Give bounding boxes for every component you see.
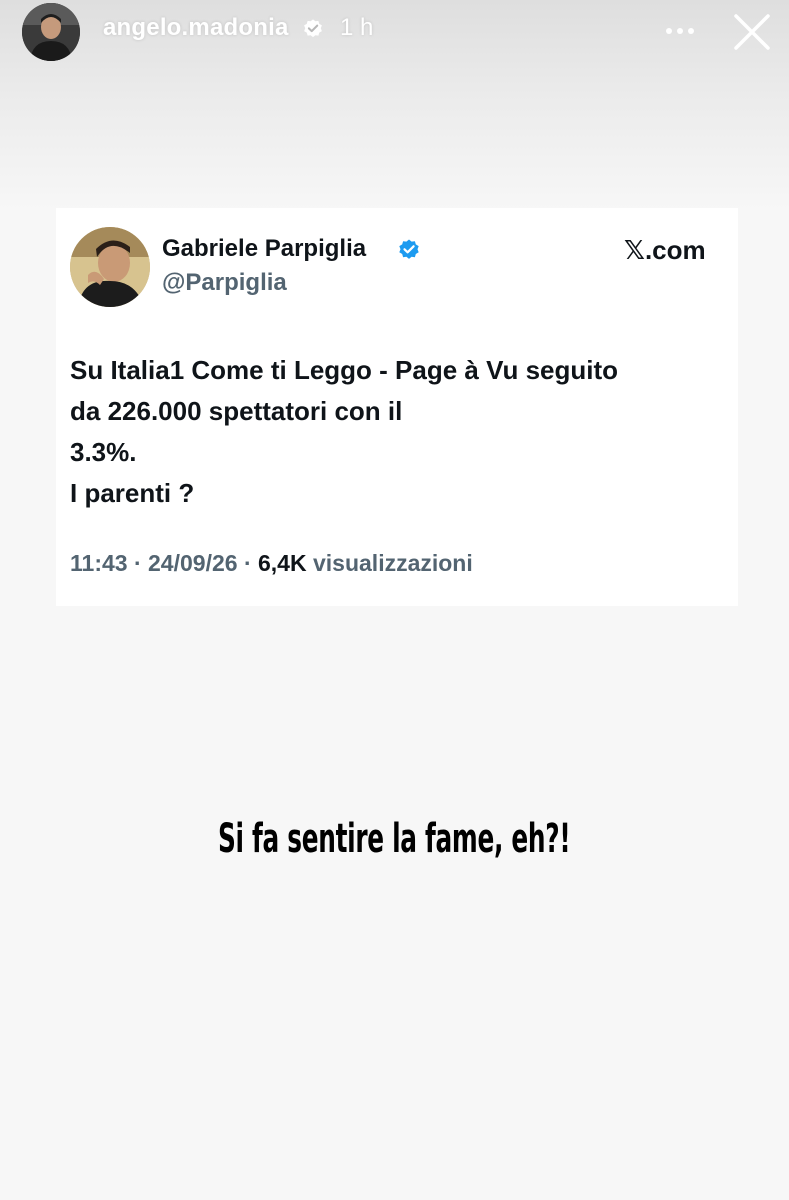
- tweet-author-handle[interactable]: @Parpiglia: [162, 269, 287, 297]
- verified-badge-icon: [304, 19, 322, 38]
- tweet-author-avatar[interactable]: [70, 227, 150, 307]
- tweet-body-line: Su Italia1 Come ti Leggo - Page à Vu seg…: [70, 355, 619, 385]
- story-header: angelo.madonia 1 h: [0, 0, 789, 62]
- tweet-views-count: 6,4K: [258, 550, 307, 576]
- tweet-time: 11:43: [70, 550, 128, 576]
- tweet-author-name[interactable]: Gabriele Parpiglia: [162, 235, 366, 263]
- tweet-source-domain: .com: [644, 235, 706, 265]
- story-caption-text: Si fa sentire la fame, eh?!: [218, 816, 571, 862]
- tweet-source-label: 𝕏.com: [624, 235, 706, 266]
- story-timestamp: 1 h: [340, 14, 374, 41]
- close-icon[interactable]: [730, 10, 774, 54]
- meta-separator: ·: [243, 550, 252, 576]
- story-caption: Si fa sentire la fame, eh?!: [0, 816, 789, 862]
- tweet-card[interactable]: Gabriele Parpiglia @Parpiglia 𝕏.com Su I…: [56, 208, 738, 606]
- tweet-body-line: I parenti ?: [70, 478, 195, 508]
- tweet-body-line: 3.3%.: [70, 437, 137, 467]
- verified-badge-icon: [399, 239, 419, 259]
- story-avatar[interactable]: [22, 3, 80, 61]
- tweet-body: Su Italia1 Come ti Leggo - Page à Vu seg…: [70, 350, 710, 514]
- more-horizontal-icon[interactable]: [660, 16, 700, 46]
- tweet-metadata: 11:43 · 24/09/26 · 6,4K visualizzazioni: [70, 550, 473, 577]
- story-username[interactable]: angelo.madonia: [103, 14, 289, 42]
- tweet-views-label: visualizzazioni: [312, 550, 473, 576]
- meta-separator: ·: [133, 550, 142, 576]
- tweet-date: 24/09/26: [148, 550, 238, 576]
- x-logo-icon: 𝕏: [624, 236, 645, 266]
- tweet-body-line: da 226.000 spettatori con il: [70, 396, 403, 426]
